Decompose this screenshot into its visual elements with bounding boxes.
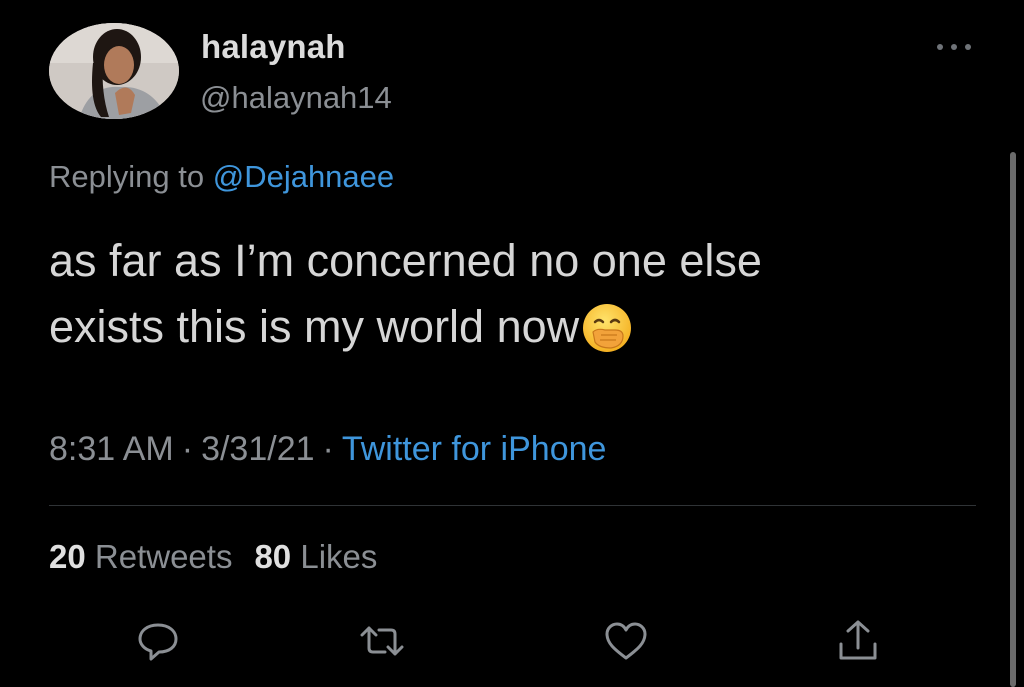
reply-icon — [138, 623, 178, 661]
heart-icon — [605, 622, 647, 660]
tweet-time: 8:31 AM — [49, 430, 174, 468]
retweets-stat[interactable]: 20 Retweets — [49, 538, 232, 575]
tweet-text-line-1: as far as I’m concerned no one else — [49, 235, 762, 286]
tweet-text-line-2-wrapper: exists this is my world now — [49, 294, 949, 360]
likes-count: 80 — [254, 538, 292, 575]
tweet-text: as far as I’m concerned no one else exis… — [49, 228, 949, 360]
share-button[interactable] — [833, 616, 883, 666]
profile-photo-icon — [49, 23, 179, 119]
like-button[interactable] — [601, 616, 651, 666]
tweet-source-link[interactable]: Twitter for iPhone — [342, 430, 607, 468]
author-handle[interactable]: @halaynah14 — [200, 80, 392, 116]
retweets-count: 20 — [49, 538, 86, 575]
retweet-icon — [360, 626, 404, 656]
replying-to-label: Replying to — [49, 159, 205, 194]
tweet-date: 3/31/21 — [201, 430, 315, 468]
divider — [49, 505, 976, 506]
meta-separator: · — [322, 430, 334, 468]
likes-label: Likes — [300, 538, 378, 575]
retweets-label: Retweets — [94, 538, 233, 575]
replying-to-handle-link[interactable]: @Dejahnaee — [213, 159, 394, 194]
more-options-icon[interactable] — [934, 30, 974, 60]
avatar[interactable] — [49, 23, 179, 119]
retweet-button[interactable] — [357, 616, 407, 666]
share-icon — [839, 620, 877, 660]
tweet-stats: 20 Retweets 80 Likes — [49, 538, 377, 576]
tweet-meta: 8:31 AM · 3/31/21 · Twitter for iPhone — [49, 430, 606, 469]
tweet-detail: halaynah @halaynah14 Replying to @Dejahn… — [0, 0, 1024, 687]
author-display-name[interactable]: halaynah — [201, 28, 346, 66]
tweet-text-line-2: exists this is my world now — [49, 301, 580, 352]
meta-separator: · — [181, 430, 194, 468]
likes-stat[interactable]: 80 Likes — [254, 538, 377, 575]
face-with-hand-over-mouth-emoji-icon — [581, 302, 633, 354]
replying-to: Replying to @Dejahnaee — [49, 159, 394, 195]
scrollbar[interactable] — [1010, 152, 1016, 687]
reply-button[interactable] — [133, 616, 183, 666]
